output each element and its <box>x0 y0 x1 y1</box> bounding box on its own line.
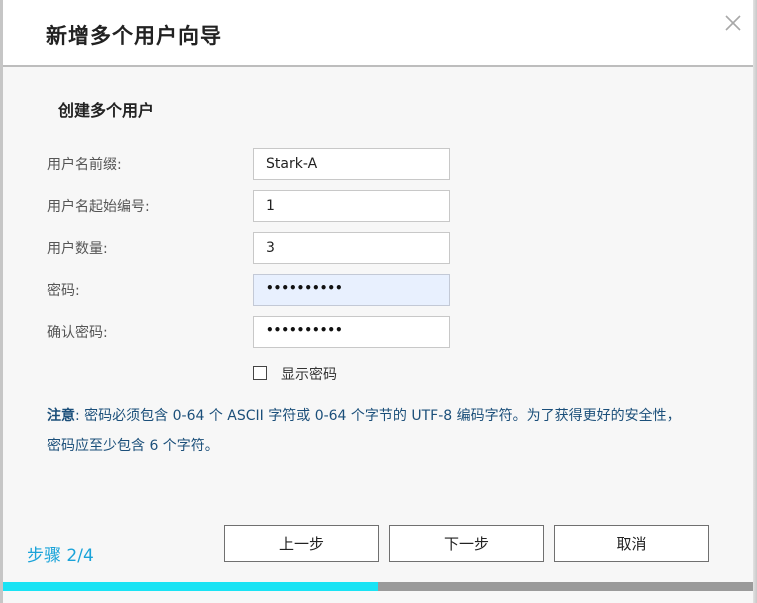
right-shadow <box>753 0 757 603</box>
next-button[interactable]: 下一步 <box>389 525 544 562</box>
previous-button[interactable]: 上一步 <box>224 525 379 562</box>
show-password-label[interactable]: 显示密码 <box>281 364 337 384</box>
note-text-line2: 密码应至少包含 6 个字符。 <box>47 438 219 454</box>
start-number-input[interactable] <box>253 190 450 222</box>
password-note: 注意: 密码必须包含 0-64 个 ASCII 字符或 0-64 个字节的 UT… <box>47 401 717 461</box>
wizard-progress-bar <box>3 582 753 591</box>
note-prefix: 注意 <box>47 408 75 424</box>
confirm-password-input[interactable] <box>253 316 450 348</box>
password-label: 密码: <box>47 283 80 299</box>
wizard-dialog: 新增多个用户向导 创建多个用户 用户名前缀: 用户名起始编号: 用户数量: 密码… <box>0 0 757 603</box>
wizard-progress-fill <box>3 582 378 591</box>
prefix-label: 用户名前缀: <box>47 157 122 173</box>
confirm-password-label: 确认密码: <box>47 325 108 341</box>
user-count-label: 用户数量: <box>47 241 108 257</box>
cancel-button[interactable]: 取消 <box>554 525 709 562</box>
step-indicator: 步骤 2/4 <box>27 546 94 566</box>
password-input[interactable] <box>253 274 450 306</box>
show-password-checkbox[interactable] <box>253 366 267 380</box>
section-title: 创建多个用户 <box>58 101 155 120</box>
note-text: : 密码必须包含 0-64 个 ASCII 字符或 0-64 个字节的 UTF-… <box>75 408 681 424</box>
dialog-title: 新增多个用户向导 <box>46 24 222 48</box>
user-count-input[interactable] <box>253 232 450 264</box>
start-number-label: 用户名起始编号: <box>47 199 150 215</box>
close-icon[interactable] <box>723 13 743 33</box>
prefix-input[interactable] <box>253 148 450 180</box>
bottom-strip <box>3 591 753 603</box>
